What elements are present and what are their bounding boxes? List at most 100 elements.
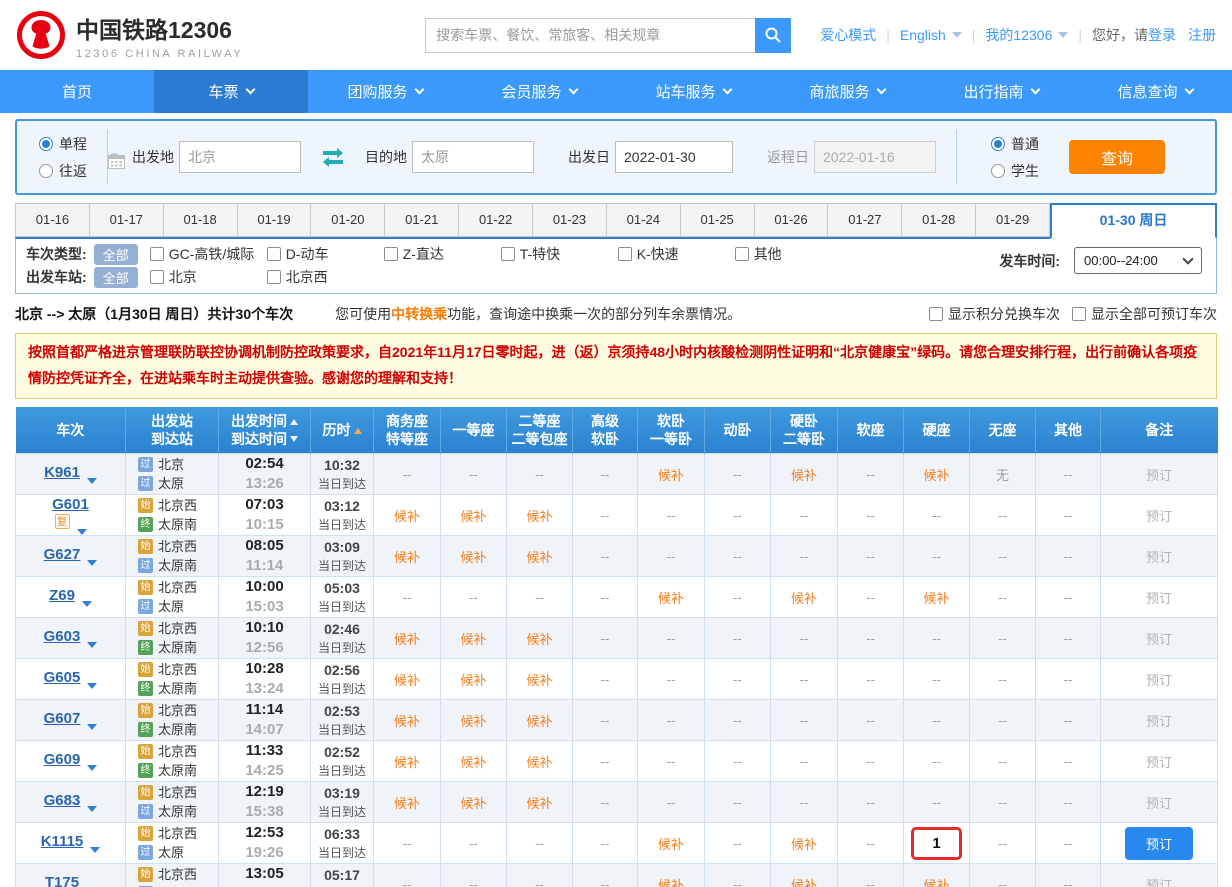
- date-tab[interactable]: 01-23: [533, 203, 607, 237]
- train-code-link[interactable]: K1115: [41, 833, 84, 850]
- date-tab[interactable]: 01-27: [828, 203, 902, 237]
- expand-caret-icon[interactable]: [87, 806, 97, 812]
- expand-caret-icon[interactable]: [82, 601, 92, 607]
- depart-station-checkbox[interactable]: 北京: [150, 267, 267, 287]
- train-code-link[interactable]: G683: [44, 792, 81, 809]
- column-header[interactable]: 一等座: [441, 407, 507, 454]
- waitlist-label[interactable]: 候补: [791, 837, 817, 852]
- column-header[interactable]: 无座: [970, 407, 1036, 454]
- waitlist-label[interactable]: 候补: [658, 591, 684, 606]
- nav-item-guide[interactable]: 出行指南: [924, 70, 1078, 113]
- nav-item-station[interactable]: 站车服务: [616, 70, 770, 113]
- waitlist-label[interactable]: 候补: [923, 591, 949, 606]
- waitlist-label[interactable]: 候补: [526, 509, 552, 524]
- train-code-link[interactable]: G607: [44, 710, 81, 727]
- date-tab[interactable]: 01-24: [607, 203, 681, 237]
- trip-one-way-radio[interactable]: 单程: [39, 134, 87, 154]
- waitlist-label[interactable]: 候补: [923, 468, 949, 483]
- train-code-link[interactable]: G627: [44, 546, 81, 563]
- column-header[interactable]: 备注: [1101, 407, 1218, 454]
- search-input[interactable]: [425, 18, 755, 53]
- expand-caret-icon[interactable]: [90, 847, 100, 853]
- train-type-checkbox[interactable]: GC-高铁/城际: [150, 244, 267, 264]
- show-points-checkbox[interactable]: 显示积分兑换车次: [929, 304, 1060, 324]
- waitlist-label[interactable]: 候补: [394, 632, 420, 647]
- nav-item-business[interactable]: 商旅服务: [770, 70, 924, 113]
- waitlist-label[interactable]: 候补: [923, 878, 949, 887]
- waitlist-label[interactable]: 候补: [394, 550, 420, 565]
- site-logo[interactable]: 中国铁路12306 12306 CHINA RAILWAY: [16, 10, 243, 60]
- expand-caret-icon[interactable]: [87, 765, 97, 771]
- train-code-link[interactable]: G609: [44, 751, 81, 768]
- book-button[interactable]: 预订: [1125, 827, 1193, 860]
- nav-item-inquiry[interactable]: 信息查询: [1078, 70, 1232, 113]
- train-code-link[interactable]: T175: [45, 874, 79, 887]
- date-tab[interactable]: 01-17: [90, 203, 164, 237]
- waitlist-label[interactable]: 候补: [394, 509, 420, 524]
- train-code-link[interactable]: K961: [44, 464, 80, 481]
- search-button[interactable]: [755, 18, 791, 53]
- train-code-link[interactable]: Z69: [49, 587, 75, 604]
- waitlist-label[interactable]: 候补: [526, 550, 552, 565]
- column-header[interactable]: 历时: [311, 407, 374, 454]
- sort-down-icon[interactable]: [290, 436, 298, 442]
- waitlist-label[interactable]: 候补: [460, 550, 486, 565]
- waitlist-label[interactable]: 候补: [460, 755, 486, 770]
- column-header[interactable]: 车次: [16, 407, 126, 454]
- column-header[interactable]: 硬座: [904, 407, 970, 454]
- column-header[interactable]: 出发站到达站: [126, 407, 219, 454]
- expand-caret-icon[interactable]: [87, 724, 97, 730]
- waitlist-label[interactable]: 候补: [460, 632, 486, 647]
- waitlist-label[interactable]: 候补: [791, 878, 817, 887]
- train-type-checkbox[interactable]: T-特快: [501, 244, 618, 264]
- waitlist-label[interactable]: 候补: [460, 714, 486, 729]
- expand-caret-icon[interactable]: [87, 478, 97, 484]
- care-mode-link[interactable]: 爱心模式: [820, 25, 876, 45]
- nav-item-group[interactable]: 团购服务: [308, 70, 462, 113]
- waitlist-label[interactable]: 候补: [460, 673, 486, 688]
- column-header[interactable]: 高级软卧: [573, 407, 638, 454]
- column-header[interactable]: 软座: [838, 407, 904, 454]
- show-all-bookable-checkbox[interactable]: 显示全部可预订车次: [1072, 304, 1217, 324]
- waitlist-label[interactable]: 候补: [791, 468, 817, 483]
- register-link[interactable]: 注册: [1188, 25, 1216, 45]
- date-tab[interactable]: 01-26: [755, 203, 829, 237]
- train-type-checkbox[interactable]: 其他: [735, 244, 852, 264]
- query-button[interactable]: 查询: [1069, 140, 1165, 174]
- transfer-link[interactable]: 中转换乘: [391, 306, 447, 322]
- date-tab[interactable]: 01-21: [385, 203, 459, 237]
- waitlist-label[interactable]: 候补: [658, 837, 684, 852]
- depart-time-select[interactable]: 00:00--24:00: [1074, 247, 1202, 274]
- nav-item-tickets[interactable]: 车票: [154, 70, 308, 113]
- waitlist-label[interactable]: 候补: [460, 796, 486, 811]
- waitlist-label[interactable]: 候补: [526, 632, 552, 647]
- expand-caret-icon[interactable]: [87, 560, 97, 566]
- ticket-normal-radio[interactable]: 普通: [991, 134, 1039, 154]
- waitlist-label[interactable]: 候补: [791, 591, 817, 606]
- waitlist-label[interactable]: 候补: [394, 714, 420, 729]
- train-type-checkbox[interactable]: D-动车: [267, 244, 384, 264]
- sort-up-icon[interactable]: [354, 428, 362, 434]
- expand-caret-icon[interactable]: [77, 529, 87, 535]
- trip-round-trip-radio[interactable]: 往返: [39, 161, 87, 181]
- waitlist-label[interactable]: 候补: [460, 509, 486, 524]
- date-tab[interactable]: 01-29: [976, 203, 1050, 237]
- column-header[interactable]: 二等座二等包座: [507, 407, 573, 454]
- my12306-link[interactable]: 我的12306: [985, 25, 1052, 45]
- login-link[interactable]: 登录: [1148, 25, 1176, 45]
- column-header[interactable]: 其他: [1036, 407, 1101, 454]
- column-header[interactable]: 动卧: [705, 407, 771, 454]
- date-tab[interactable]: 01-16: [15, 203, 90, 237]
- waitlist-label[interactable]: 候补: [658, 468, 684, 483]
- column-header[interactable]: 出发时间到达时间: [219, 407, 311, 454]
- nav-item-home[interactable]: 首页: [0, 70, 154, 113]
- language-link[interactable]: English: [900, 27, 946, 43]
- date-tab[interactable]: 01-19: [238, 203, 312, 237]
- train-type-checkbox[interactable]: Z-直达: [384, 244, 501, 264]
- waitlist-label[interactable]: 候补: [394, 755, 420, 770]
- waitlist-label[interactable]: 候补: [658, 878, 684, 887]
- date-tab-active[interactable]: 01-30 周日: [1050, 203, 1217, 239]
- date-tab[interactable]: 01-22: [459, 203, 533, 237]
- train-code-link[interactable]: G605: [44, 669, 81, 686]
- train-type-all-badge[interactable]: 全部: [94, 244, 138, 265]
